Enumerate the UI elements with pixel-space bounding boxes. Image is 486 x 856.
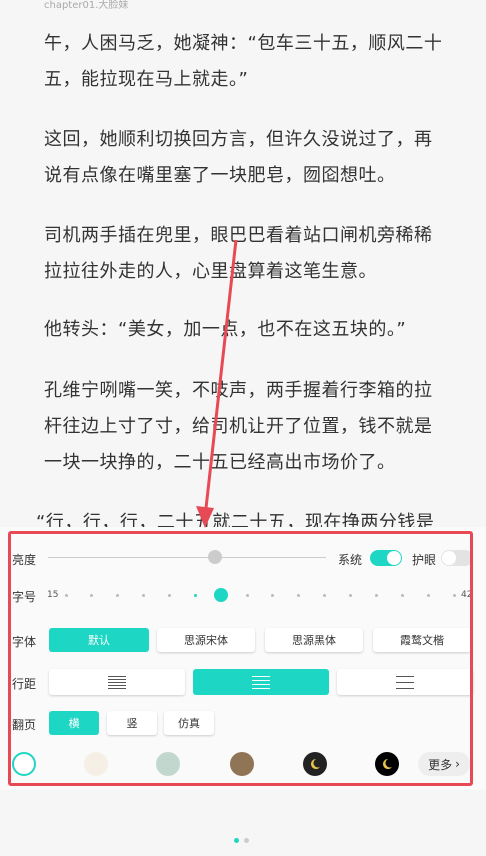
paragraph-5: 孔维宁咧嘴一笑，不吱声，两手握着行李箱的拉杆往边上寸了寸，给司机让开了位置，钱不…	[44, 380, 433, 473]
paragraph-3: 司机两手插在兜里，眼巴巴看着站口闸机旁稀稀拉拉往外走的人，心里盘算着这笔生意。	[44, 225, 433, 282]
paragraph-4: 他转头：“美女，加一点，也不在这五块的。”	[44, 319, 407, 340]
paragraph-1: 午，人困马乏，她凝神：“包车三十五，顺风二十五，能拉现在马上就走。”	[44, 33, 443, 90]
page-indicator	[244, 838, 249, 843]
highlight-box	[8, 531, 473, 786]
chapter-title: chapter01.大脸妹	[44, 0, 129, 11]
page-indicator-active	[234, 838, 239, 843]
paragraph-2: 这回，她顺利切换回方言，但许久没说过了，再说有点像在嘴里塞了一块肥皂，囫囵想吐。	[44, 129, 433, 186]
